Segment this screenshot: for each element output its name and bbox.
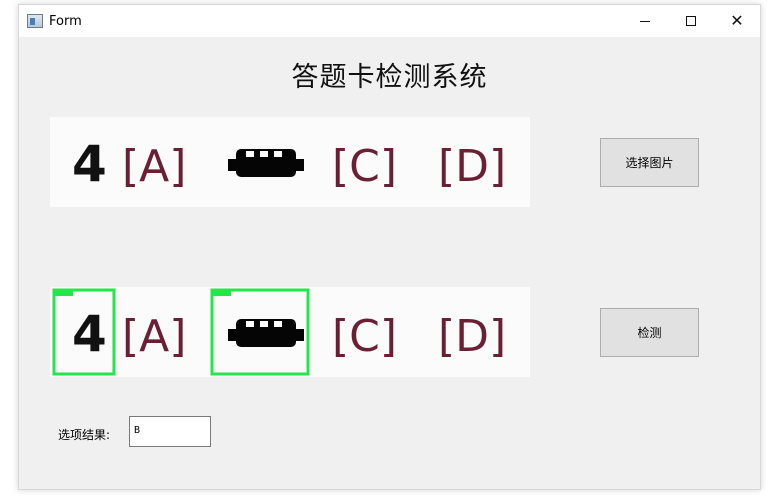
page-title: 答题卡检测系统 [291,62,488,93]
result-label: 选项结果: [58,428,111,442]
close-button[interactable]: ✕ [714,5,760,37]
original-answer-graphic: 4 [A] [C] [D] [72,135,506,193]
option-c: [C] [332,141,397,192]
original-answer-image: 4 [A] [C] [D] [50,117,530,207]
select-image-button[interactable]: 选择图片 [600,138,699,187]
detected-answer-graphic: 4 [A] [C] [D] [52,288,506,376]
option-d: [D] [438,311,506,362]
detected-answer-image: 4 [A] [C] [D] [50,287,530,377]
minimize-button[interactable] [622,5,668,37]
app-icon [27,14,43,28]
form-window: Form ✕ 答题卡检测系统 4 [A] [C] [D] 4 [A] [C] [… [18,4,761,490]
option-c: [C] [332,311,397,362]
option-a: [A] [122,311,186,362]
result-field[interactable]: B [129,416,211,447]
detect-button[interactable]: 检测 [600,308,699,357]
window-controls: ✕ [622,5,760,37]
question-number: 4 [72,135,107,193]
option-a: [A] [122,141,186,192]
filled-option-mark [228,149,304,177]
maximize-icon [686,16,696,26]
number-box-tag [55,291,73,296]
close-icon: ✕ [730,11,744,30]
window-title: Form [49,13,82,29]
maximize-button[interactable] [668,5,714,37]
minimize-icon [640,20,650,22]
title-bar[interactable]: Form ✕ [19,5,760,37]
option-d: [D] [438,141,506,192]
question-number: 4 [72,305,107,363]
answer-box-tag [213,291,231,296]
filled-option-mark [228,319,304,347]
